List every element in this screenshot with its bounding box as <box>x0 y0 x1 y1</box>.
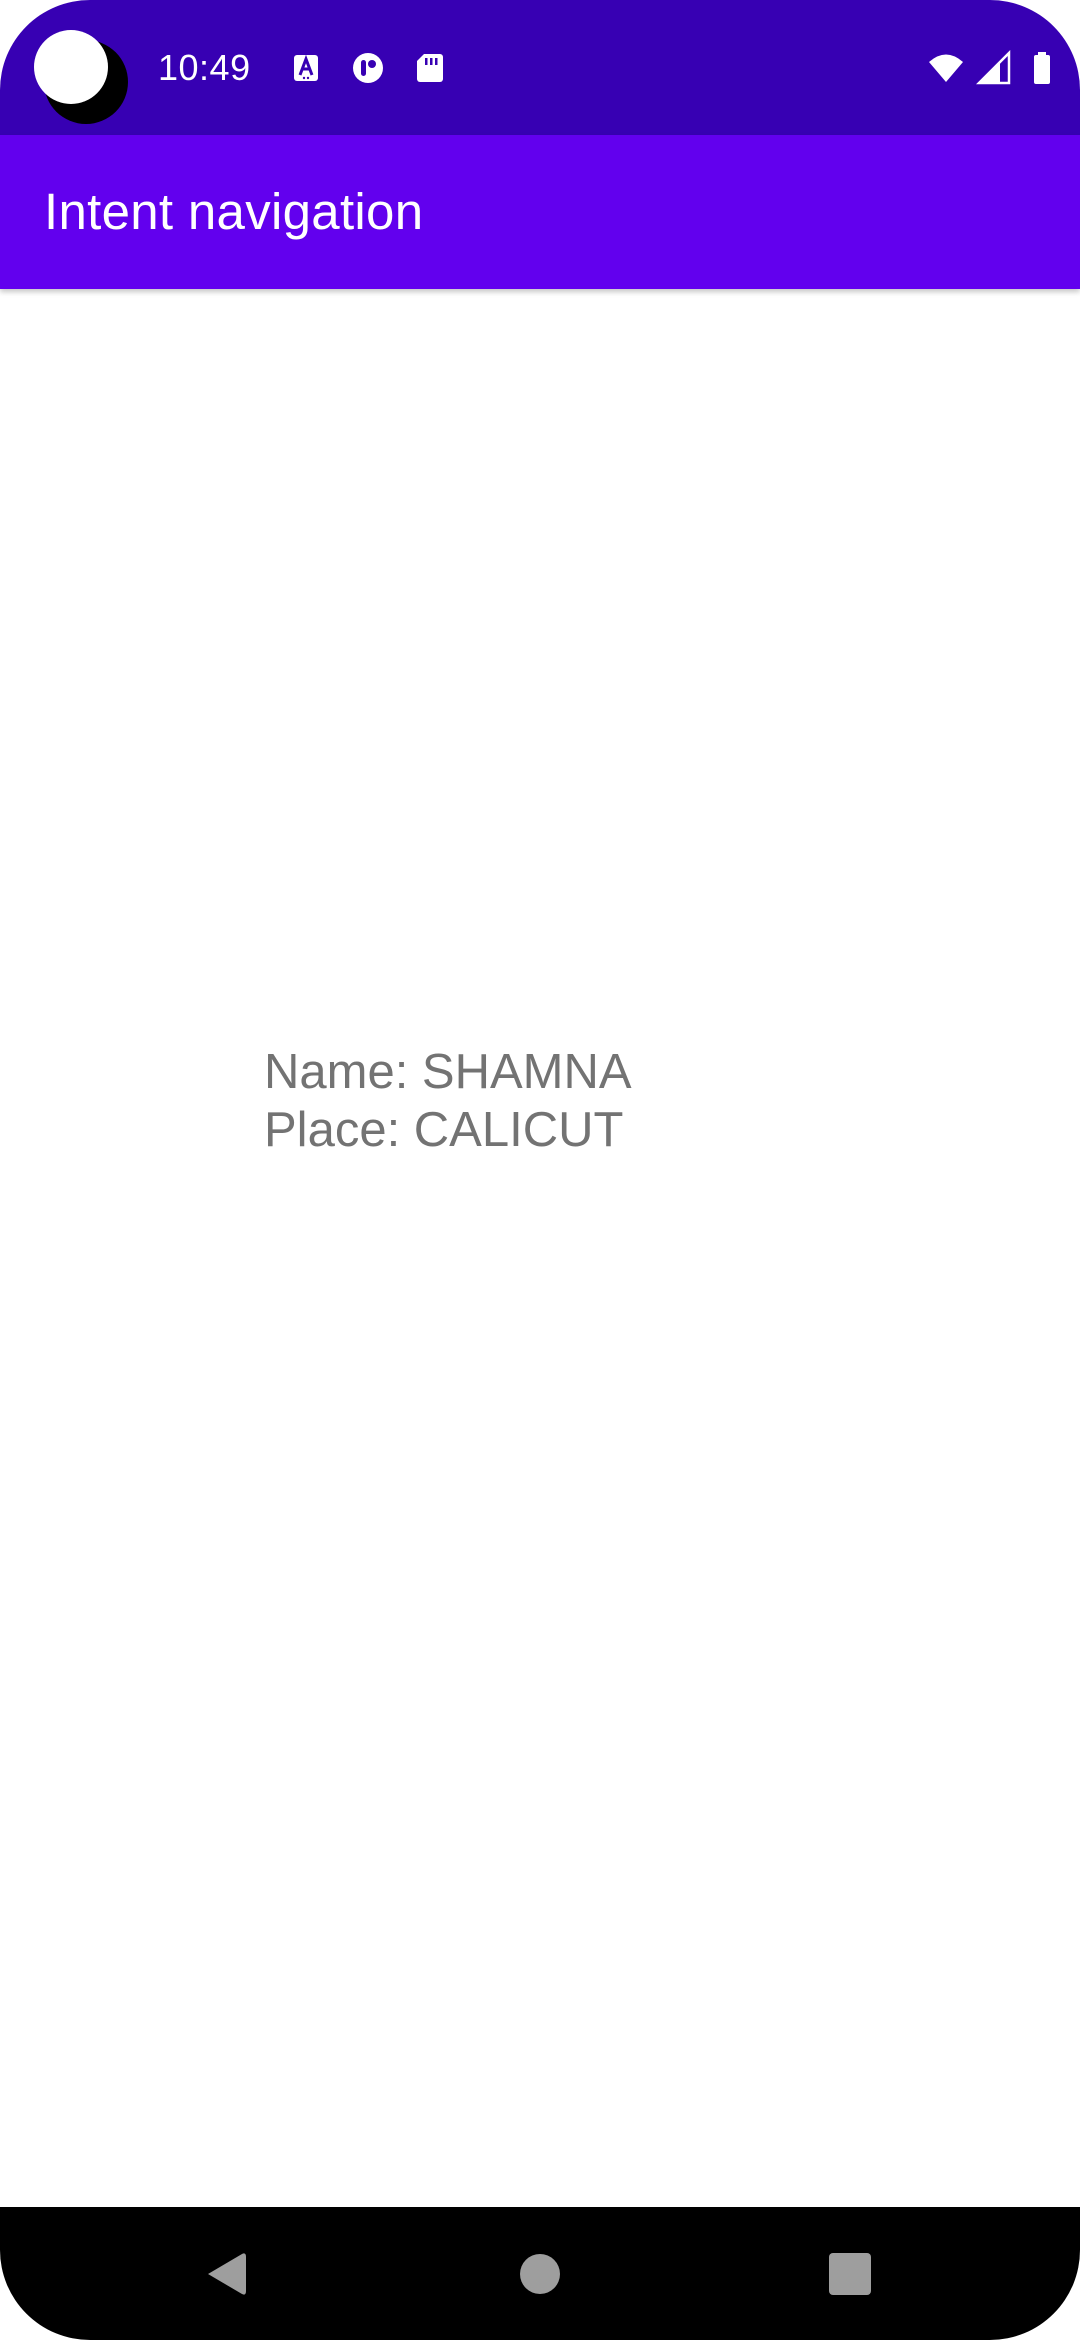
system-status-icons <box>928 50 1060 86</box>
status-time: 10:49 <box>158 47 251 88</box>
recents-icon <box>829 2252 871 2295</box>
app-title: Intent navigation <box>44 183 424 240</box>
battery-icon <box>1024 50 1060 86</box>
recents-button[interactable] <box>790 2207 910 2340</box>
name-text: Name: SHAMNA <box>264 1045 632 1099</box>
status-bar: 10:49 <box>0 0 1080 135</box>
back-icon <box>208 2252 246 2295</box>
notification-a-icon <box>288 50 324 86</box>
back-button[interactable] <box>166 2207 286 2340</box>
notification-app-icon <box>350 50 386 86</box>
home-icon <box>520 2253 560 2294</box>
sd-card-icon <box>412 50 448 86</box>
details-text: Name: SHAMNA Place: CALICUT <box>264 1043 632 1159</box>
cellular-signal-icon <box>976 50 1012 86</box>
home-button[interactable] <box>480 2207 600 2340</box>
app-bar: Intent navigation <box>0 135 1080 289</box>
navigation-bar <box>0 2207 1080 2340</box>
screen: 10:49 Intent navigation Name: SHAMNA Pla… <box>0 0 1080 2340</box>
camera-icon <box>34 30 108 104</box>
wifi-icon <box>928 50 964 86</box>
notification-icons <box>288 50 448 86</box>
place-text: Place: CALICUT <box>264 1103 624 1157</box>
camera-cutout <box>34 30 130 126</box>
